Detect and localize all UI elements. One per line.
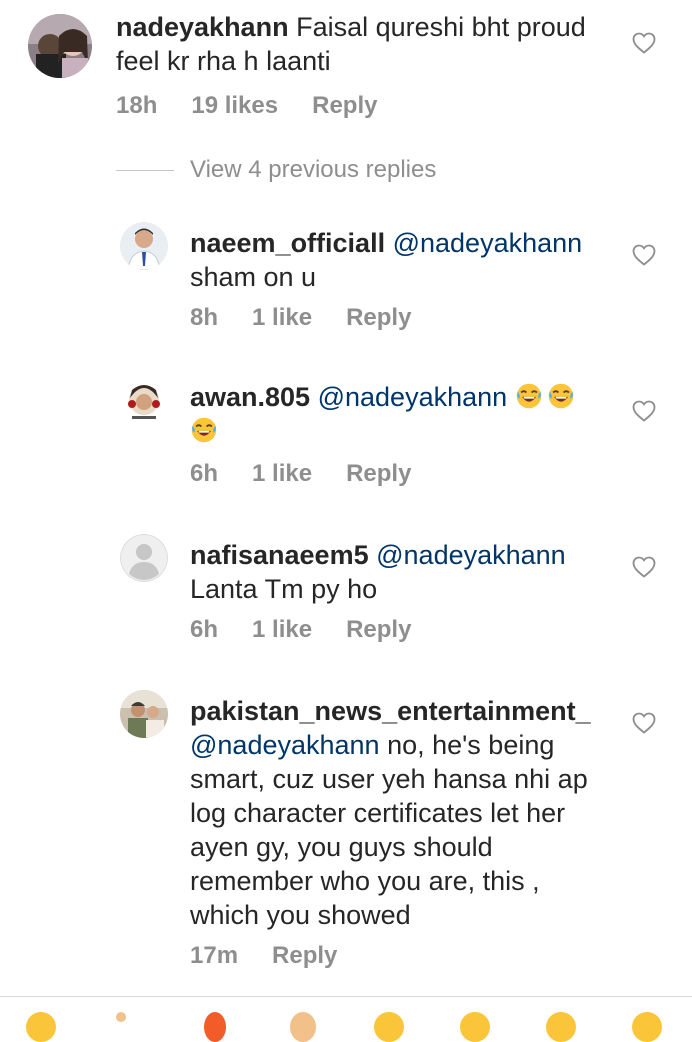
comment-text: sham on u [190, 262, 317, 292]
comment-meta: 6h 1 like Reply [190, 616, 411, 644]
comment-meta: 8h 1 like Reply [190, 304, 411, 332]
reply-button[interactable]: Reply [346, 616, 411, 644]
comment-body: nadeyakhann Faisal qureshi bht proud fee… [116, 10, 616, 78]
reply-comment: naeem_officiall @nadeyakhann sham on u 8… [0, 222, 692, 342]
comment-time: 18h [116, 92, 158, 119]
quick-reaction-bar [0, 1012, 692, 1042]
avatar[interactable] [28, 14, 92, 78]
reply-button[interactable]: Reply [346, 304, 411, 332]
face-with-tears-of-joy-emoji [191, 417, 217, 443]
comment-body: pakistan_news_entertainment_ @nadeyakhan… [190, 694, 610, 932]
face-with-tears-of-joy-emoji [516, 383, 541, 409]
comment-meta: 6h 1 like Reply [190, 460, 411, 488]
heart-outline-icon[interactable] [632, 400, 656, 422]
smile-emoji[interactable] [460, 1012, 490, 1042]
heart-outline-icon[interactable] [632, 32, 656, 54]
laughing-emoji[interactable] [632, 1012, 662, 1042]
comment-likes[interactable]: 1 like [252, 616, 312, 644]
comment-time: 17m [190, 942, 239, 969]
avatar[interactable] [120, 378, 168, 426]
mention-link[interactable]: @nadeyakhann [318, 382, 508, 412]
comment-time: 6h [190, 460, 219, 487]
mention-link[interactable]: @nadeyakhann [190, 730, 380, 760]
parent-comment: nadeyakhann Faisal qureshi bht proud fee… [0, 0, 692, 130]
reply-comment: nafisanaeem5 @nadeyakhann Lanta Tm py ho… [0, 534, 692, 654]
heart-outline-icon[interactable] [632, 556, 656, 578]
heart-outline-icon[interactable] [632, 712, 656, 734]
comment-body: naeem_officiall @nadeyakhann sham on u [190, 226, 610, 294]
comment-username[interactable]: pakistan_news_entertainment_ [190, 696, 591, 726]
reply-button[interactable]: Reply [312, 92, 377, 120]
reply-button[interactable]: Reply [272, 942, 337, 970]
raised-hands-emoji[interactable] [116, 1012, 126, 1022]
mention-link[interactable]: @nadeyakhann [376, 540, 566, 570]
comment-body: awan.805 @nadeyakhann [190, 380, 610, 448]
reply-comment: awan.805 @nadeyakhann 6h 1 like Reply [0, 378, 692, 498]
comment-likes[interactable]: 1 like [252, 460, 312, 488]
comment-text: Lanta Tm py ho [190, 574, 378, 604]
comment-body: nafisanaeem5 @nadeyakhann Lanta Tm py ho [190, 538, 610, 606]
comment-likes[interactable]: 1 like [252, 304, 312, 332]
clap-emoji[interactable] [290, 1012, 316, 1042]
reply-button[interactable]: Reply [346, 460, 411, 488]
comment-meta: 17m Reply [190, 942, 337, 970]
comment-time: 8h [190, 304, 219, 331]
replies-divider-line [116, 169, 174, 171]
comment-time: 6h [190, 616, 219, 643]
avatar[interactable] [120, 690, 168, 738]
comment-username[interactable]: awan.805 [190, 382, 310, 412]
comment-likes[interactable]: 19 likes [191, 92, 278, 120]
fire-emoji[interactable] [204, 1012, 226, 1042]
comment-username[interactable]: nafisanaeem5 [190, 540, 369, 570]
view-previous-replies-label: View 4 previous replies [190, 156, 437, 183]
view-previous-replies-button[interactable]: View 4 previous replies [116, 156, 436, 184]
mention-link[interactable]: @nadeyakhann [393, 228, 583, 258]
comment-username[interactable]: nadeyakhann [116, 12, 289, 42]
comment-text: no, he's being smart, cuz user yeh hansa… [190, 730, 588, 930]
heart-outline-icon[interactable] [632, 244, 656, 266]
face-with-tears-of-joy-emoji [548, 383, 573, 409]
avatar[interactable] [120, 222, 168, 270]
divider [0, 996, 692, 997]
comment-username[interactable]: naeem_officiall [190, 228, 385, 258]
avatar[interactable] [120, 534, 168, 582]
astonished-emoji[interactable] [546, 1012, 576, 1042]
crying-emoji[interactable] [374, 1012, 404, 1042]
reply-comment: pakistan_news_entertainment_ @nadeyakhan… [0, 690, 692, 980]
comment-meta: 18h 19 likes Reply [116, 92, 377, 120]
heart-eyes-emoji[interactable] [26, 1012, 56, 1042]
